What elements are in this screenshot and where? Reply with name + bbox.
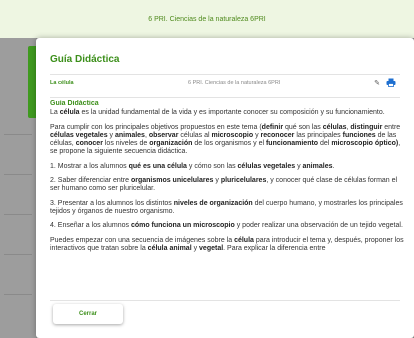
bold-term: microscopio óptico) [331,140,399,148]
bold-term: definir [261,123,284,131]
paragraph: Para cumplir con los principales objetiv… [50,123,401,156]
pencil-icon[interactable]: ✎ [374,79,380,87]
bold-term: células vegetales [237,162,296,170]
divider [50,300,400,301]
paragraph: 3. Presentar a los alumnos los distintos… [50,199,403,215]
bold-term: células vegetales [50,131,108,139]
modal-meta-row: La célula 6 PRI. Ciencias de la naturale… [50,78,400,92]
bold-term: funciones [342,131,376,139]
close-button[interactable]: Cerrar [53,304,123,324]
bold-term: distinguir [350,123,383,131]
paragraph: Puedes empezar con una secuencia de imág… [50,236,404,252]
bold-term: observar [148,131,179,139]
sidebar-divider [4,174,32,175]
topic-label: La célula [50,80,74,86]
bold-term: funcionamiento [265,140,319,148]
app-topbar-title: 6 PRI. Ciencias de la naturaleza 6PRI [148,16,266,23]
bold-term: niveles de organización [173,199,253,207]
bold-term: qué es una célula [128,162,187,170]
bold-term: célula animal [147,244,192,252]
bold-term: cómo funciona un microscopio [130,222,235,230]
bold-term: microscopio [211,131,254,139]
paragraph: La célula es la unidad fundamental de la… [50,109,385,117]
bold-term: células [322,123,347,131]
bold-term: reconocer [260,131,295,139]
sidebar-divider [4,134,32,135]
paragraph: 1. Mostrar a los alumnos qué es una célu… [50,162,335,170]
app-topbar: 6 PRI. Ciencias de la naturaleza 6PRI [0,0,414,38]
sidebar-divider [4,214,32,215]
guide-content: Guía Didáctica La célula es la unidad fu… [50,100,404,300]
printer-icon[interactable] [386,78,396,87]
sidebar-divider [4,254,32,255]
paragraph: 2. Saber diferenciar entre organismos un… [50,177,398,193]
bold-term: conocer [75,140,103,148]
divider [50,74,400,75]
bold-term: pluricelulares [220,177,267,185]
bold-term: animales [302,162,333,170]
paragraph: 4. Enseñar a los alumnos cómo funciona u… [50,222,403,230]
modal-title: Guía Didáctica [50,54,120,65]
bold-term: organismos unicelulares [130,177,214,185]
bold-term: organización [149,140,193,148]
bold-term: vegetal [199,244,224,252]
course-label: 6 PRI. Ciencias de la naturaleza 6PRI [188,80,281,86]
content-subtitle: Guía Didáctica [50,100,99,107]
bold-term: célula [59,109,80,117]
guide-modal: Guía Didáctica La célula 6 PRI. Ciencias… [36,38,414,338]
bold-term: animales [114,131,145,139]
bold-term: célula [234,236,254,244]
divider [50,97,400,98]
sidebar-divider [4,294,32,295]
